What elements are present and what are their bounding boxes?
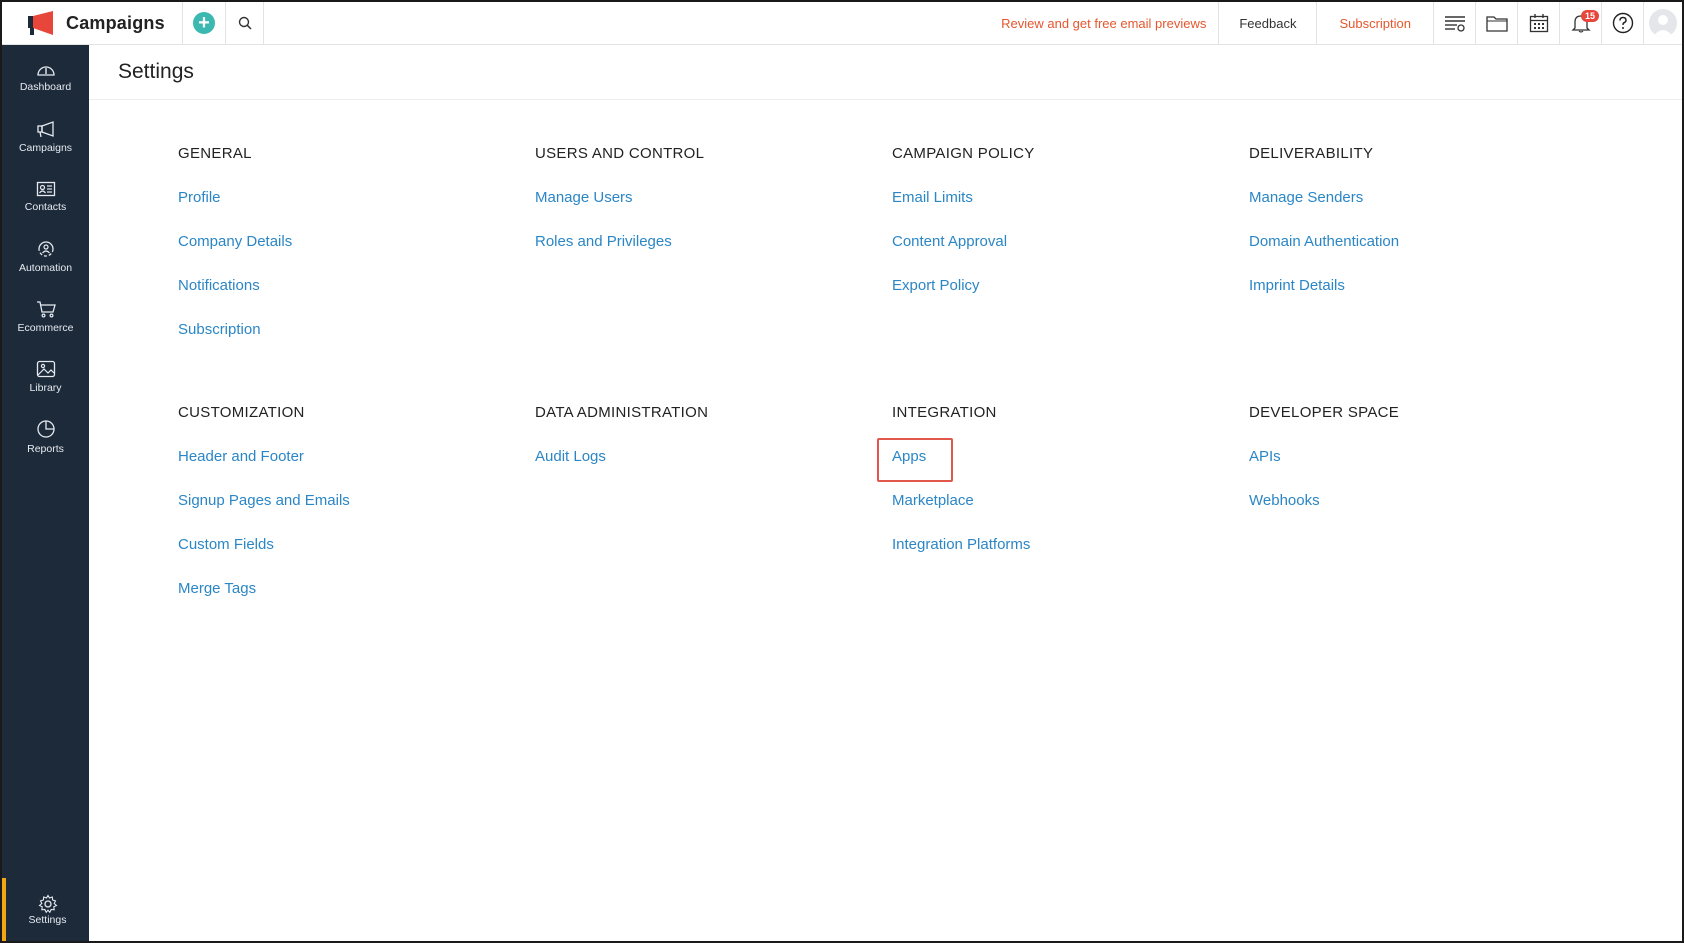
link-export-policy[interactable]: Export Policy — [892, 276, 1249, 320]
campaigns-logo-icon — [28, 11, 53, 35]
section-title: DATA ADMINISTRATION — [535, 404, 709, 421]
notification-count-badge: 15 — [1581, 9, 1600, 22]
link-custom-fields[interactable]: Custom Fields — [178, 535, 535, 579]
section-developer-space: DEVELOPER SPACE APIs Webhooks — [1249, 404, 1606, 663]
section-data-administration: DATA ADMINISTRATION Audit Logs — [535, 404, 892, 663]
review-email-previews-link[interactable]: Review and get free email previews — [989, 2, 1220, 45]
sidebar-item-reports[interactable]: Reports — [2, 407, 89, 467]
app-name: Campaigns — [66, 12, 165, 33]
settings-row: GENERAL Profile Company Details Notifica… — [178, 145, 1608, 404]
user-avatar-icon — [1653, 15, 1673, 37]
notifications-button[interactable]: 15 — [1560, 2, 1602, 45]
sidebar-item-label: Library — [29, 382, 62, 394]
link-audit-logs[interactable]: Audit Logs — [535, 447, 892, 491]
section-title: DELIVERABILITY — [1249, 145, 1374, 162]
search-button[interactable] — [226, 2, 264, 45]
sidebar-item-label: Automation — [18, 262, 73, 274]
link-roles-and-privileges[interactable]: Roles and Privileges — [535, 232, 892, 276]
dashboard-icon — [36, 66, 55, 76]
profile-button[interactable] — [1644, 2, 1682, 45]
top-bar: Campaigns + Review and get free email pr… — [2, 2, 1682, 45]
link-notifications[interactable]: Notifications — [178, 276, 535, 320]
link-subscription[interactable]: Subscription — [178, 320, 535, 364]
link-apps[interactable]: Apps — [877, 438, 953, 491]
link-manage-users[interactable]: Manage Users — [535, 188, 892, 232]
section-users-and-control: USERS AND CONTROL Manage Users Roles and… — [535, 145, 892, 404]
folder-button[interactable] — [1476, 2, 1518, 45]
link-marketplace[interactable]: Marketplace — [892, 491, 1249, 535]
gear-icon — [38, 893, 57, 913]
sidebar-item-campaigns[interactable]: Campaigns — [2, 107, 89, 167]
sidebar: Dashboard Campaigns Contacts Automation … — [2, 45, 89, 941]
megaphone-icon — [36, 120, 54, 137]
list-filter-button[interactable] — [1434, 2, 1476, 45]
section-deliverability: DELIVERABILITY Manage Senders Domain Aut… — [1249, 145, 1606, 404]
section-campaign-policy: CAMPAIGN POLICY Email Limits Content App… — [892, 145, 1249, 404]
section-title: INTEGRATION — [892, 404, 997, 421]
link-apis[interactable]: APIs — [1249, 447, 1606, 491]
sidebar-item-label: Campaigns — [18, 141, 73, 154]
sidebar-item-automation[interactable]: Automation — [2, 227, 89, 287]
link-integration-platforms[interactable]: Integration Platforms — [892, 535, 1249, 579]
sidebar-item-label: Contacts — [24, 201, 67, 213]
section-title: CAMPAIGN POLICY — [892, 145, 1035, 162]
link-signup-pages-and-emails[interactable]: Signup Pages and Emails — [178, 491, 535, 535]
sidebar-item-label: Reports — [27, 443, 64, 455]
sidebar-item-label: Settings — [28, 913, 67, 926]
link-manage-senders[interactable]: Manage Senders — [1249, 188, 1606, 232]
link-content-approval[interactable]: Content Approval — [892, 232, 1249, 276]
page-header: Settings — [89, 45, 1682, 100]
subscription-link[interactable]: Subscription — [1317, 2, 1434, 45]
link-domain-authentication[interactable]: Domain Authentication — [1249, 232, 1606, 276]
link-company-details[interactable]: Company Details — [178, 232, 535, 276]
link-imprint-details[interactable]: Imprint Details — [1249, 276, 1606, 320]
section-title: USERS AND CONTROL — [535, 145, 705, 162]
pie-chart-icon — [36, 420, 55, 438]
settings-grid: GENERAL Profile Company Details Notifica… — [178, 145, 1608, 663]
avatar — [1649, 9, 1677, 37]
sidebar-item-settings[interactable]: Settings — [2, 878, 89, 941]
highlight-box — [877, 438, 953, 482]
section-customization: CUSTOMIZATION Header and Footer Signup P… — [178, 404, 535, 663]
search-icon — [238, 16, 252, 30]
section-general: GENERAL Profile Company Details Notifica… — [178, 145, 535, 404]
sidebar-item-contacts[interactable]: Contacts — [2, 167, 89, 227]
image-library-icon — [36, 360, 55, 378]
brand[interactable]: Campaigns — [2, 2, 182, 45]
plus-circle-icon: + — [193, 12, 215, 34]
sidebar-item-label: Ecommerce — [17, 322, 74, 334]
cart-icon — [36, 301, 56, 318]
feedback-link[interactable]: Feedback — [1219, 2, 1318, 45]
section-integration: INTEGRATION Apps Marketplace Integration… — [877, 404, 1249, 663]
list-filter-icon — [1444, 16, 1465, 32]
app-window: Campaigns + Review and get free email pr… — [0, 0, 1684, 943]
automation-icon — [37, 241, 54, 257]
folder-icon — [1485, 16, 1508, 32]
calendar-button[interactable] — [1518, 2, 1560, 45]
sidebar-item-label: Dashboard — [19, 81, 72, 93]
page-title: Settings — [118, 60, 194, 83]
help-icon — [1612, 12, 1633, 34]
section-title: DEVELOPER SPACE — [1249, 404, 1400, 421]
calendar-icon — [1529, 14, 1548, 33]
link-email-limits[interactable]: Email Limits — [892, 188, 1249, 232]
help-button[interactable] — [1602, 2, 1644, 45]
section-title: GENERAL — [178, 145, 252, 162]
sidebar-item-library[interactable]: Library — [2, 347, 89, 407]
link-profile[interactable]: Profile — [178, 188, 535, 232]
link-merge-tags[interactable]: Merge Tags — [178, 579, 535, 623]
add-button[interactable]: + — [182, 2, 226, 45]
settings-row: CUSTOMIZATION Header and Footer Signup P… — [178, 404, 1608, 663]
section-title: CUSTOMIZATION — [178, 404, 305, 421]
link-webhooks[interactable]: Webhooks — [1249, 491, 1606, 535]
main-content: Settings GENERAL Profile Company Details… — [89, 45, 1682, 941]
sidebar-item-dashboard[interactable]: Dashboard — [2, 47, 89, 107]
sidebar-item-ecommerce[interactable]: Ecommerce — [2, 287, 89, 347]
link-header-and-footer[interactable]: Header and Footer — [178, 447, 535, 491]
contact-card-icon — [36, 181, 55, 197]
